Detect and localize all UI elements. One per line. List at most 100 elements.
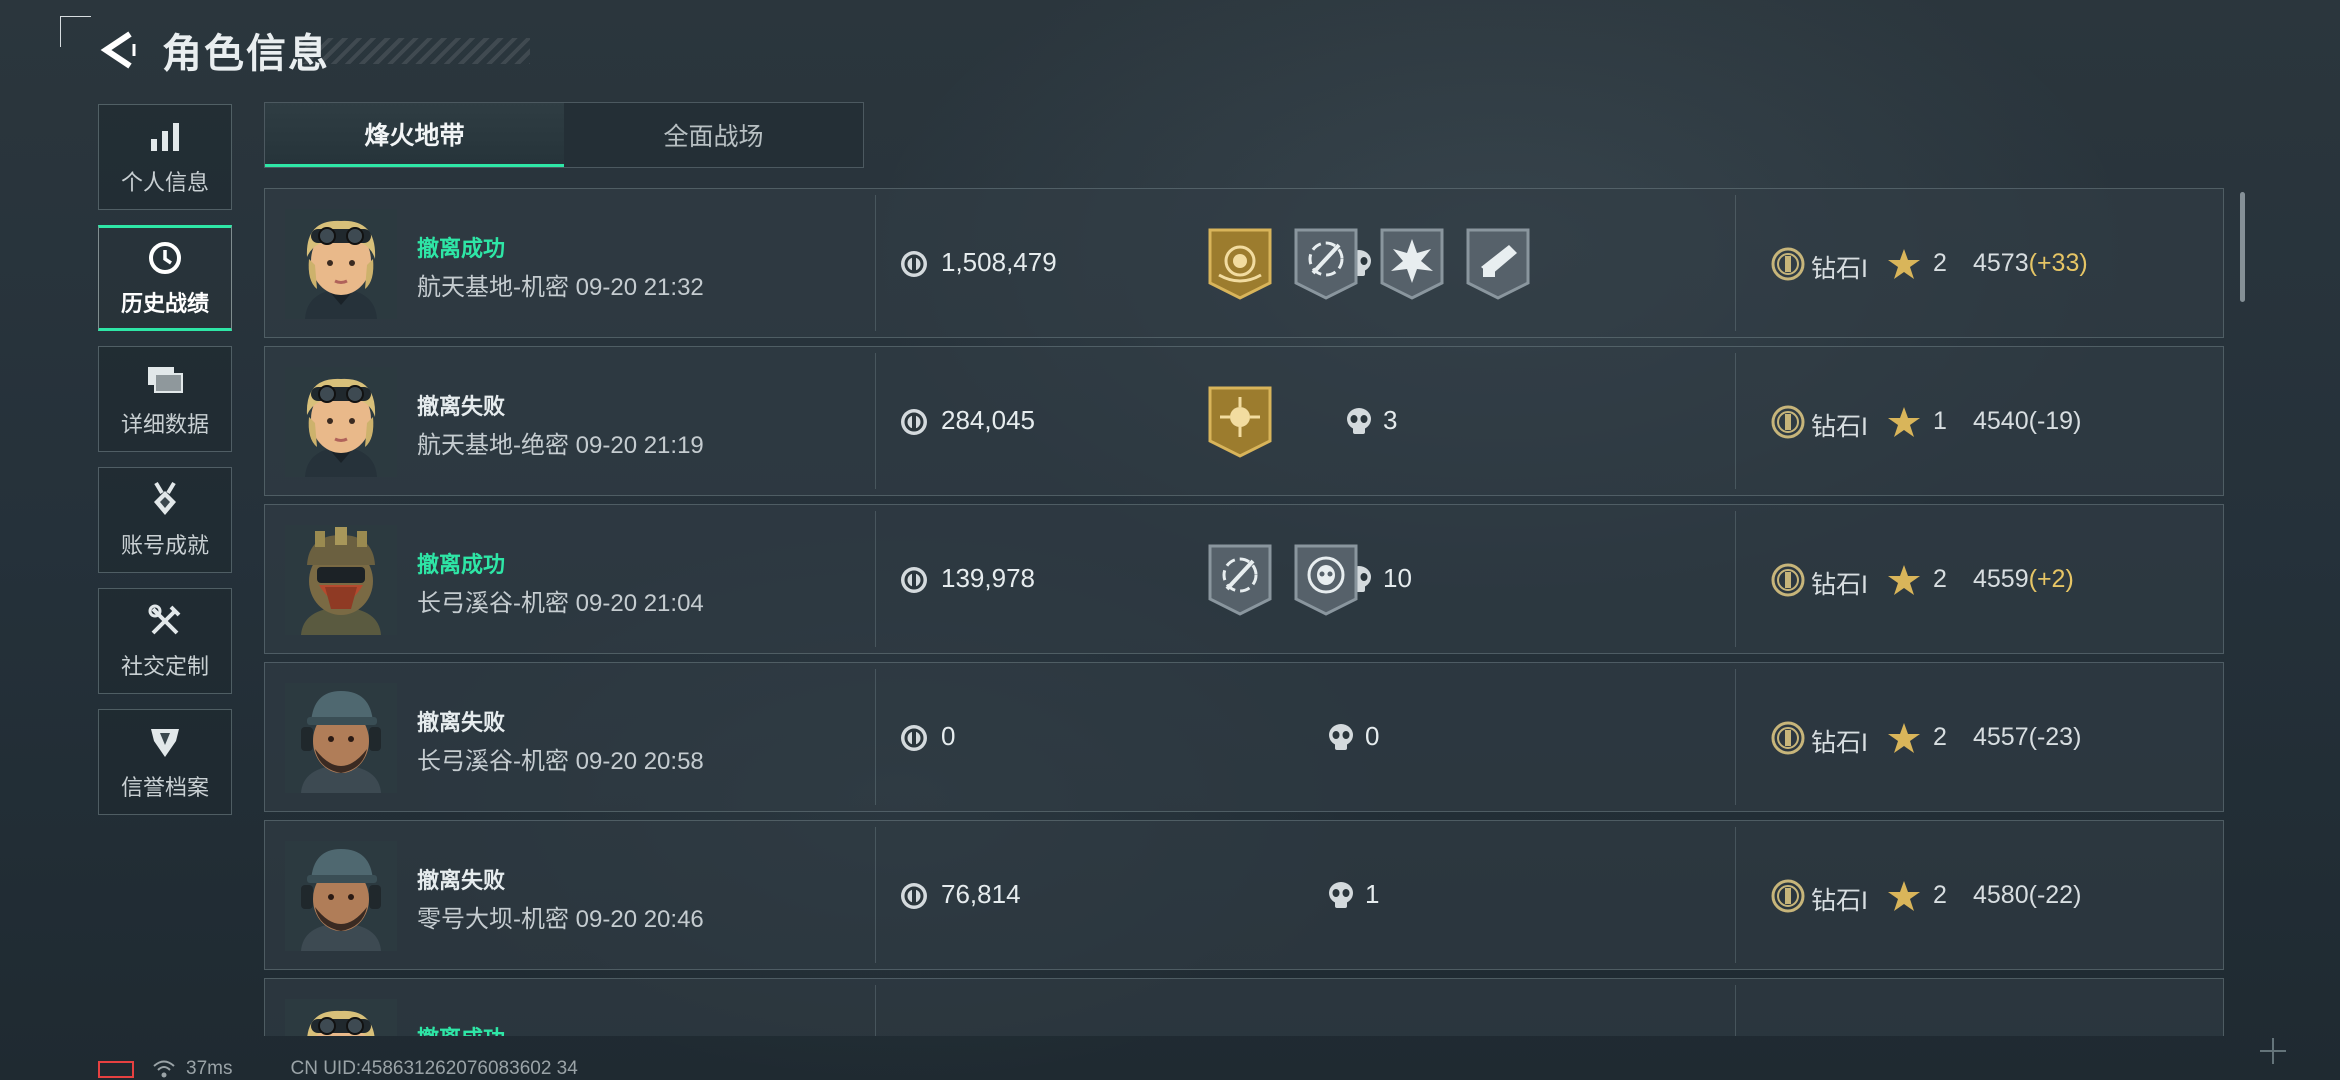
weapon-badge-icon[interactable] (1465, 227, 1531, 301)
folders-icon (146, 359, 184, 399)
corner-decoration-top-left (60, 16, 91, 47)
rank-score: 4559(+2) (1973, 565, 2074, 594)
back-button[interactable] (96, 26, 144, 74)
star-count: 1 (1933, 407, 1947, 435)
skull-target-badge-icon[interactable] (1293, 543, 1359, 617)
status-footer: 37ms CN UID:458631262076083602 34 (98, 1058, 578, 1080)
rank-icon (1770, 878, 1806, 914)
ping-label: 37ms (186, 1058, 233, 1079)
kill-count: 0 (1365, 721, 1380, 751)
divider (1735, 985, 1736, 1036)
extraction-status: 撤离成功 (417, 1021, 505, 1036)
map-and-time: 长弓溪谷-机密 09-20 21:04 (417, 590, 704, 617)
sidebar-item-2[interactable]: 详细数据 (98, 346, 232, 452)
tab-1[interactable]: 全面战场 (564, 103, 863, 167)
match-record-row[interactable]: 撤离成功 (264, 978, 2224, 1036)
badge-list (1207, 385, 1273, 459)
plus-corner-icon (2260, 1038, 2286, 1064)
rank-score: 4557(-23) (1973, 723, 2081, 752)
gold-target-badge-icon[interactable] (1207, 385, 1273, 459)
sidebar: 个人信息 历史战绩 详细数据 账号成就 社交定制 信誉档案 (98, 104, 234, 830)
rank-label: 钻石I (1811, 887, 1868, 915)
divider (875, 985, 876, 1036)
extraction-status: 撤离失败 (417, 868, 506, 893)
sidebar-item-3[interactable]: 账号成就 (98, 467, 232, 573)
sidebar-item-label: 历史战绩 (120, 291, 209, 316)
coin-icon (899, 881, 929, 911)
sidebar-item-label: 个人信息 (120, 170, 209, 195)
star-count: 2 (1933, 881, 1947, 909)
sidebar-item-1[interactable]: 历史战绩 (98, 225, 232, 331)
extraction-status: 撤离失败 (417, 394, 506, 419)
operator-avatar (285, 525, 397, 635)
map-and-time: 航天基地-绝密 09-20 21:19 (417, 432, 704, 459)
operator-avatar (285, 367, 397, 477)
sidebar-item-5[interactable]: 信誉档案 (98, 709, 232, 815)
match-record-row[interactable]: 撤离失败 长弓溪谷-机密 09-20 20:58 0 0 钻石I 2 4557(-… (264, 662, 2224, 812)
burst-badge-icon[interactable] (1379, 227, 1445, 301)
score-delta: (+2) (2028, 565, 2074, 593)
crosshair-ring-badge-icon[interactable] (1207, 543, 1273, 617)
rank-score: 4580(-22) (1973, 881, 2081, 910)
rank-score: 4540(-19) (1973, 407, 2081, 436)
score-delta: (-23) (2028, 723, 2082, 751)
gold-emblem-badge-icon[interactable] (1207, 227, 1273, 301)
page-header: 角色信息 (96, 18, 330, 82)
operator-avatar (285, 999, 397, 1036)
rank-label: 钻石I (1811, 413, 1868, 441)
operator-avatar (285, 841, 397, 951)
rank-icon (1770, 246, 1806, 282)
loot-value: 139,978 (941, 563, 1035, 593)
match-record-row[interactable]: 撤离失败 零号大坝-机密 09-20 20:46 76,814 1 钻石I 2 4… (264, 820, 2224, 970)
skull-icon (1327, 723, 1355, 753)
loot-value: 76,814 (941, 879, 1021, 909)
rank-label: 钻石I (1811, 571, 1868, 599)
divider (1735, 195, 1736, 331)
star-icon (1887, 879, 1921, 913)
divider (1735, 669, 1736, 805)
wifi-icon (153, 1060, 175, 1078)
sidebar-item-4[interactable]: 社交定制 (98, 588, 232, 694)
rank-score: 4573(+33) (1973, 249, 2088, 278)
operator-avatar (285, 683, 397, 793)
match-history-list[interactable]: 撤离成功航天基地-机密 09-20 21:32 1,508,479 8 钻石I … (264, 188, 2226, 1036)
kill-count: 10 (1383, 563, 1412, 593)
match-record-row[interactable]: 撤离成功 长弓溪谷-机密 09-20 21:04 139,978 10 钻石I 2… (264, 504, 2224, 654)
match-record-row[interactable]: 撤离失败 航天基地-绝密 09-20 21:19 284,045 3 钻石I 1 … (264, 346, 2224, 496)
coin-icon (899, 723, 929, 753)
operator-avatar (285, 209, 397, 319)
tools-icon (147, 601, 183, 641)
divider (875, 669, 876, 805)
loot-value: 0 (941, 721, 956, 751)
match-record-row[interactable]: 撤离成功航天基地-机密 09-20 21:32 1,508,479 8 钻石I … (264, 188, 2224, 338)
loot-value: 284,045 (941, 405, 1035, 435)
score-value: 4580 (1973, 881, 2029, 909)
rank-icon (1770, 562, 1806, 598)
back-arrow-icon (100, 31, 136, 69)
title-stripes-decoration (300, 38, 530, 64)
rank-label: 钻石I (1811, 255, 1868, 283)
loot-value: 1,508,479 (941, 247, 1057, 277)
bar-chart-icon (148, 117, 182, 157)
divider (1735, 353, 1736, 489)
map-and-time: 航天基地-机密 09-20 21:32 (417, 274, 704, 301)
divider (1735, 511, 1736, 647)
star-icon (1887, 405, 1921, 439)
crosshair-ring-badge-icon[interactable] (1293, 227, 1359, 301)
kill-count: 3 (1383, 405, 1398, 435)
medal-icon (148, 480, 182, 520)
score-delta: (+33) (2028, 249, 2088, 277)
history-clock-icon (147, 238, 183, 278)
score-delta: (-22) (2028, 881, 2082, 909)
sidebar-item-label: 账号成就 (120, 533, 209, 558)
skull-icon (1345, 407, 1373, 437)
star-count: 2 (1933, 723, 1947, 751)
tab-0[interactable]: 烽火地带 (265, 103, 564, 167)
scrollbar[interactable] (2240, 192, 2245, 302)
extraction-status: 撤离成功 (417, 552, 506, 577)
divider (875, 511, 876, 647)
divider (875, 827, 876, 963)
score-delta: (-19) (2028, 407, 2082, 435)
divider (875, 353, 876, 489)
sidebar-item-0[interactable]: 个人信息 (98, 104, 232, 210)
